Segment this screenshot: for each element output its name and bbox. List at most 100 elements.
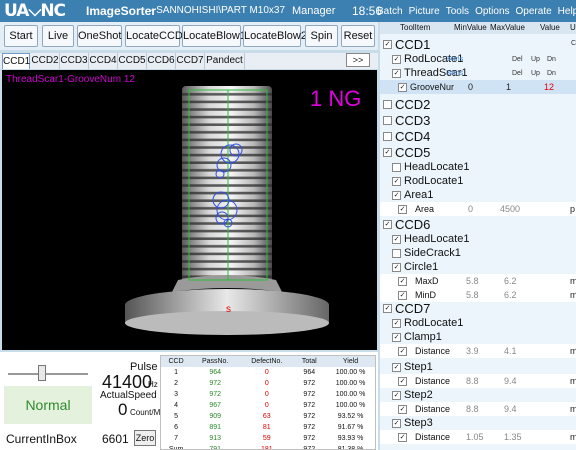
threadscar1-dn[interactable]: Dn [547,70,556,77]
step2-max[interactable]: 9.4 [504,404,517,414]
tree-area[interactable]: ✓ Area [380,202,576,216]
tree-step2[interactable]: ✓ Step2 [380,388,576,402]
tree-ccd5[interactable]: ✓ CCD5 [380,144,576,160]
tree-clamp1[interactable]: ✓ Clamp1 [380,330,576,344]
live-button[interactable]: Live [42,25,74,47]
rodlocate1-checkbox[interactable]: ✓ [392,54,401,64]
tree-area1[interactable]: ✓ Area1 [380,188,576,202]
ccd2-checkbox[interactable] [383,99,392,109]
step3-distance-checkbox[interactable]: ✓ [398,432,407,442]
rodlocate1-dn[interactable]: Dn [547,56,556,63]
tab-ccd4[interactable]: CCD4 [89,53,118,69]
step2-min[interactable]: 8.8 [466,404,479,414]
tabs-more-button[interactable]: >> [346,53,370,67]
step1-min[interactable]: 8.8 [466,376,479,386]
rodlocate1-del[interactable]: Del [512,56,523,63]
tree-ccd1[interactable]: ✓ CCD1 [380,36,576,52]
menu-operate[interactable]: Operate [513,6,555,17]
maxd-checkbox[interactable]: ✓ [398,276,407,286]
speed-value: 0 [118,400,128,419]
tree-sidecrack1[interactable]: SideCrack1 [380,246,576,260]
step2-distance-checkbox[interactable]: ✓ [398,404,407,414]
maxd-min[interactable]: 5.8 [466,276,479,286]
menu-options[interactable]: Options [472,6,512,17]
step1-distance-checkbox[interactable]: ✓ [398,376,407,386]
step1-max[interactable]: 9.4 [504,376,517,386]
tab-ccd5[interactable]: CCD5 [118,53,147,69]
locate-ccd-button[interactable]: LocateCCD [125,25,183,47]
tree-ccd3[interactable]: CCD3 [380,112,576,128]
groovenum-checkbox[interactable]: ✓ [398,82,407,92]
step3-checkbox[interactable]: ✓ [392,418,401,428]
tree-rodlocate1-ccd5[interactable]: ✓ RodLocate1 [380,174,576,188]
spin-button[interactable]: Spin [305,25,338,47]
tab-pandect[interactable]: Pandect [205,53,245,69]
ccd6-checkbox[interactable]: ✓ [383,219,392,229]
step3-max[interactable]: 1.35 [504,432,522,442]
tree-headlocate1-ccd6[interactable]: ✓ HeadLocate1 [380,232,576,246]
tab-ccd3[interactable]: CCD3 [60,53,89,69]
start-button[interactable]: Start [4,25,38,47]
menu-batch[interactable]: Batch [374,6,406,17]
rodlocate1-ccd5-checkbox[interactable]: ✓ [392,176,401,186]
statistics-table: CCD PassNo. DefectNo. Total Yield 1 964 0 9… [160,355,376,450]
tree-headlocate1-ccd5[interactable]: HeadLocate1 [380,160,576,174]
area-max[interactable]: 4500 [500,204,520,214]
rodlocate1-ccd7-checkbox[interactable]: ✓ [392,318,401,328]
locate-blow1-button[interactable]: LocateBlow1 [182,25,246,47]
area1-checkbox[interactable]: ✓ [392,190,401,200]
ccd1-checkbox[interactable]: ✓ [383,39,392,49]
area-min[interactable]: 0 [468,204,473,214]
threadscar1-checkbox[interactable]: ✓ [392,68,401,78]
groovenum-max[interactable]: 1 [506,82,511,92]
maxd-max[interactable]: 6.2 [504,276,517,286]
tree-rodlocate1-ccd7[interactable]: ✓ RodLocate1 [380,316,576,330]
step3-min[interactable]: 1.05 [466,432,484,442]
headlocate1-ccd5-checkbox[interactable] [392,162,401,172]
clamp-distance-checkbox[interactable]: ✓ [398,346,407,356]
tab-ccd1[interactable]: CCD1 [2,53,30,69]
rodlocate1-up[interactable]: Up [531,56,540,63]
tab-ccd2[interactable]: CCD2 [31,53,60,69]
tree-ccd6[interactable]: ✓ CCD6 [380,216,576,232]
ccd7-checkbox[interactable]: ✓ [383,303,392,313]
ccd3-checkbox[interactable] [383,115,392,125]
mind-checkbox[interactable]: ✓ [398,290,407,300]
menu-help[interactable]: Help [555,6,576,17]
row-pass: 909 [209,413,222,420]
area-checkbox[interactable]: ✓ [398,204,407,214]
oneshot-button[interactable]: OneShot [77,25,122,47]
tree-step1[interactable]: ✓ Step1 [380,360,576,374]
clamp-max[interactable]: 4.1 [504,346,517,356]
ccd5-checkbox[interactable]: ✓ [383,147,392,157]
clamp-min[interactable]: 3.9 [466,346,479,356]
row-defect: 63 [262,413,271,420]
step1-checkbox[interactable]: ✓ [392,362,401,372]
step2-checkbox[interactable]: ✓ [392,390,401,400]
tree-step3[interactable]: ✓ Step3 [380,416,576,430]
zero-button[interactable]: Zero [134,430,156,446]
tree-circle1[interactable]: ✓ Circle1 [380,260,576,274]
menu-tools[interactable]: Tools [443,6,472,17]
clamp1-checkbox[interactable]: ✓ [392,332,401,342]
row-yield: 100.00 % [335,402,366,409]
locate-blow2-button[interactable]: LocateBlow2 [243,25,307,47]
groovenum-min[interactable]: 0 [468,82,473,92]
ccd4-checkbox[interactable] [383,131,392,141]
threadscar1-up[interactable]: Up [531,70,540,77]
reset-button[interactable]: Reset [341,25,375,47]
circle1-checkbox[interactable]: ✓ [392,262,401,272]
menu-picture[interactable]: Picture [406,6,443,17]
tree-ccd4[interactable]: CCD4 [380,128,576,144]
speed-slider-thumb[interactable] [37,365,46,381]
tree-ccd2[interactable]: CCD2 [380,96,576,112]
headlocate1-ccd6-checkbox[interactable]: ✓ [392,234,401,244]
mind-max[interactable]: 6.2 [504,290,517,300]
tree-ccd7[interactable]: ✓ CCD7 [380,300,576,316]
tab-ccd6[interactable]: CCD6 [147,53,176,69]
groovenum-value: 12 [544,82,555,92]
threadscar1-del[interactable]: Del [512,70,523,77]
tab-ccd7[interactable]: CCD7 [176,53,205,69]
mind-min[interactable]: 5.8 [466,290,479,300]
sidecrack1-checkbox[interactable] [392,248,401,258]
